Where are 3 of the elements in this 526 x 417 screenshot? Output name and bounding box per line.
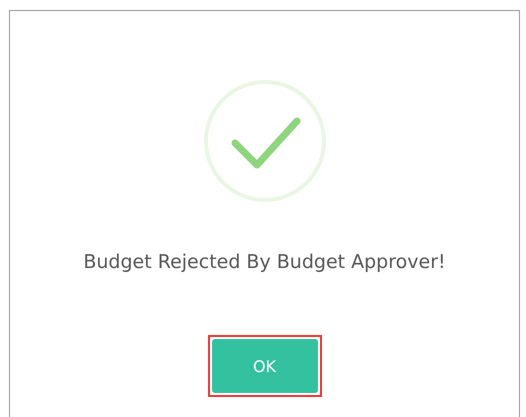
checkmark-icon [202, 79, 326, 203]
ok-button[interactable]: OK [212, 339, 318, 393]
message-text: Budget Rejected By Budget Approver! [83, 251, 446, 273]
